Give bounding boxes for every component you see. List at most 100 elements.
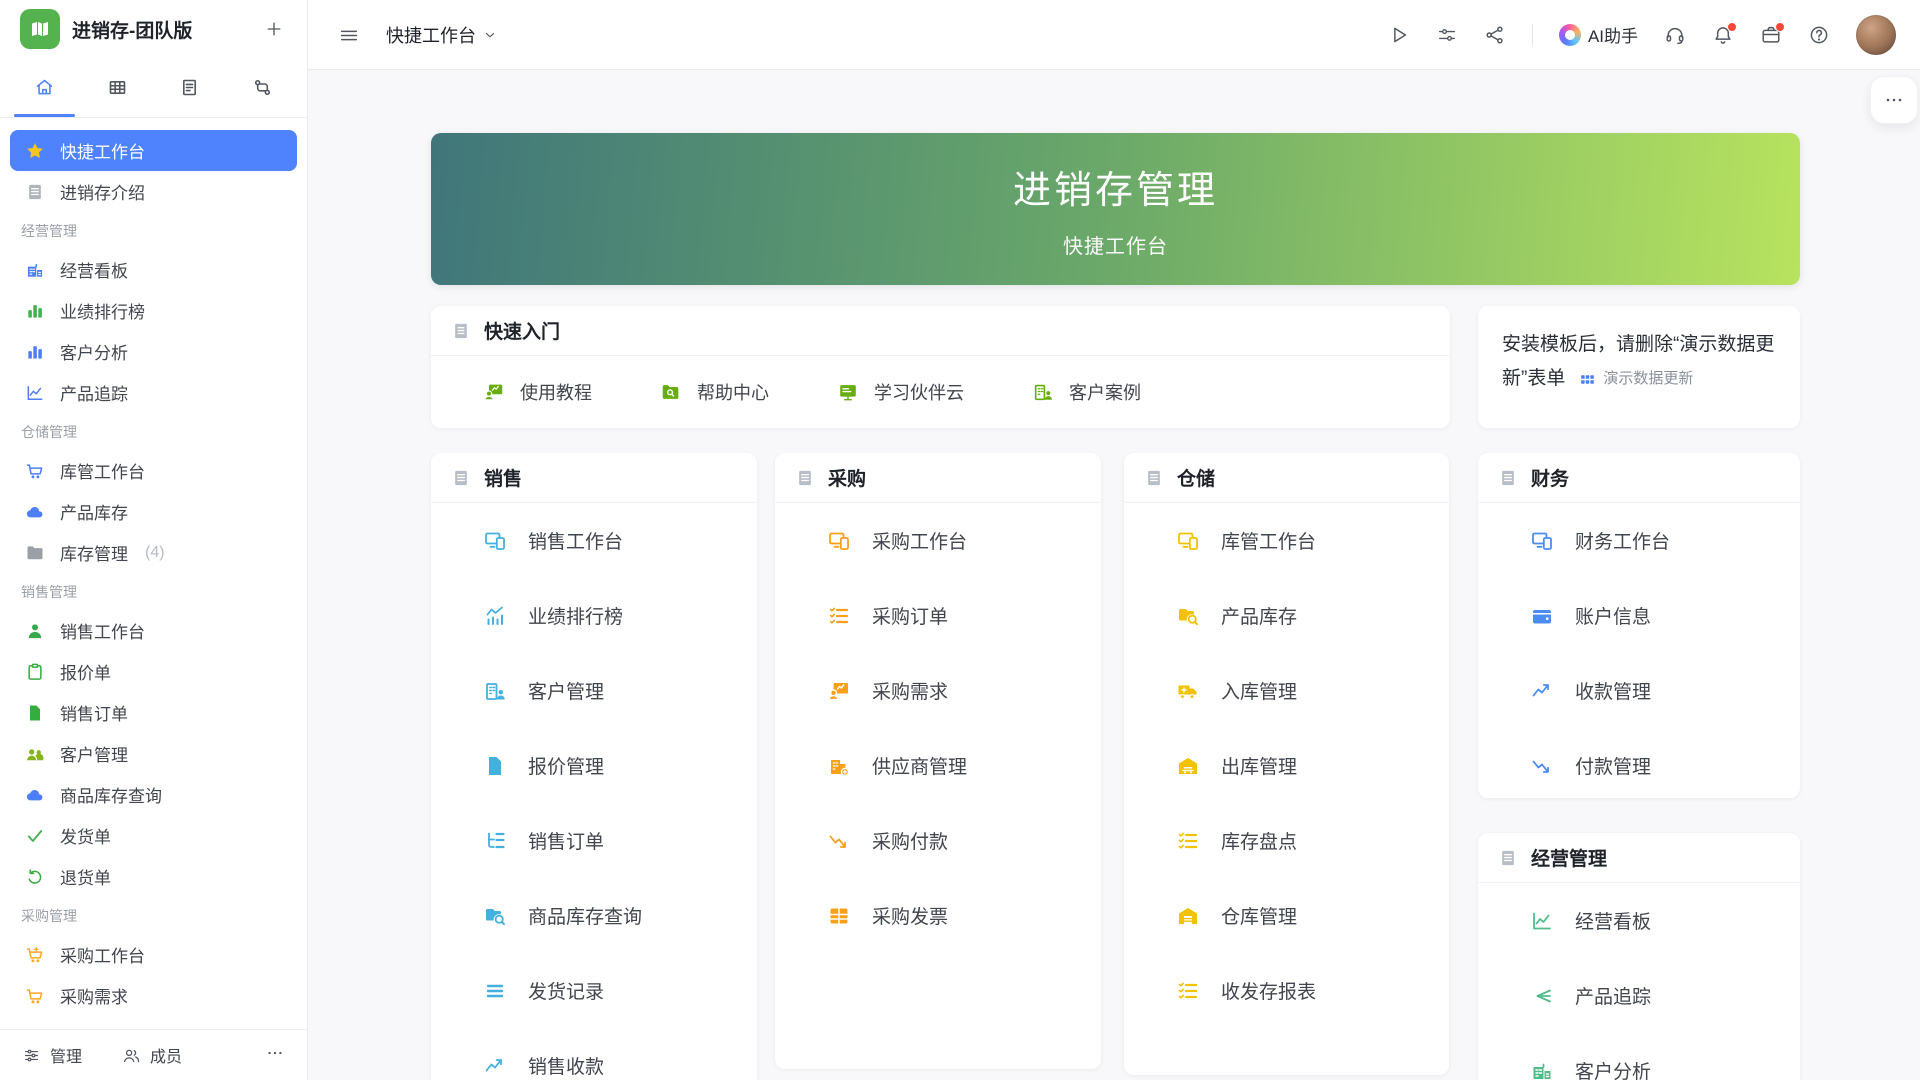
document-icon	[1498, 468, 1518, 488]
sidebar-section-label: 经营管理	[0, 212, 307, 249]
sidebar-item[interactable]: 销售订单	[10, 692, 297, 733]
trenddown-icon	[1530, 754, 1554, 778]
sidebar-item[interactable]: 客户分析	[10, 331, 297, 372]
sidebar-item[interactable]: 退货单	[10, 856, 297, 897]
workbench-button[interactable]	[1760, 24, 1782, 46]
card-item[interactable]: 产品库存	[1124, 578, 1449, 653]
card-item[interactable]: 采购需求	[775, 653, 1101, 728]
card-item[interactable]: 采购订单	[775, 578, 1101, 653]
sidebar-item[interactable]: 产品库存	[10, 491, 297, 532]
quick-link[interactable]: 使用教程	[483, 379, 592, 405]
card-item[interactable]: 销售工作台	[431, 503, 757, 578]
card-item[interactable]: 仓库管理	[1124, 878, 1449, 953]
sidebar-item[interactable]: 库存管理(4)	[10, 532, 297, 573]
sidebar-item[interactable]: 报价单	[10, 651, 297, 692]
card-item[interactable]: 客户分析	[1478, 1033, 1800, 1080]
chevron-down-icon	[483, 28, 497, 42]
notice-card: 安装模板后，请删除“演示数据更新”表单 演示数据更新	[1478, 306, 1800, 428]
card-item[interactable]: 库存盘点	[1124, 803, 1449, 878]
file-icon	[25, 703, 45, 723]
sidebar-item[interactable]: 业绩排行榜	[10, 290, 297, 331]
sidebar-item[interactable]: 销售工作台	[10, 610, 297, 651]
searchbox-icon	[483, 904, 507, 928]
card-item[interactable]: 报价管理	[431, 728, 757, 803]
card-item[interactable]: 出库管理	[1124, 728, 1449, 803]
quick-link[interactable]: 帮助中心	[660, 379, 769, 405]
card-item[interactable]: 库管工作台	[1124, 503, 1449, 578]
card-item-label: 商品库存查询	[528, 902, 642, 929]
sidebar-item[interactable]: 发货单	[10, 815, 297, 856]
sidebar-more-button[interactable]	[265, 1043, 285, 1068]
card-item[interactable]: 收款管理	[1478, 653, 1800, 728]
card-item[interactable]: 付款管理	[1478, 728, 1800, 798]
cartplus-icon	[25, 945, 45, 965]
sidebar-menu: 快捷工作台进销存介绍经营管理经营看板业绩排行榜客户分析产品追踪仓储管理库管工作台…	[0, 118, 307, 1029]
grid-icon-svg	[1579, 371, 1596, 388]
tablecells-icon	[827, 904, 851, 928]
card-item[interactable]: 销售收款	[431, 1028, 757, 1080]
card-item[interactable]: 发货记录	[431, 953, 757, 1028]
card-item[interactable]: 客户管理	[431, 653, 757, 728]
card-item[interactable]: 采购付款	[775, 803, 1101, 878]
trendup-icon	[483, 1054, 507, 1078]
workstation-icon	[483, 529, 507, 553]
add-app-button[interactable]	[261, 16, 287, 42]
ai-assistant-button[interactable]: AI助手	[1559, 22, 1638, 47]
card-item[interactable]: 收发存报表	[1124, 953, 1449, 1028]
sidebar-tab-docpage[interactable]	[154, 58, 227, 117]
present-button[interactable]	[1388, 24, 1410, 46]
filter-settings-button[interactable]	[1436, 24, 1458, 46]
card-item-label: 采购需求	[872, 677, 948, 704]
page-title-dropdown[interactable]: 快捷工作台	[386, 22, 497, 48]
card-item[interactable]: 财务工作台	[1478, 503, 1800, 578]
card-item[interactable]: 入库管理	[1124, 653, 1449, 728]
help-button[interactable]	[1808, 24, 1830, 46]
sidebar-item[interactable]: 商品库存查询	[10, 774, 297, 815]
undo-icon	[25, 867, 45, 887]
sliders-icon	[1436, 24, 1458, 46]
sidebar-item[interactable]: 采购工作台	[10, 934, 297, 975]
card-item[interactable]: 供应商管理	[775, 728, 1101, 803]
notifications-button[interactable]	[1712, 24, 1734, 46]
manage-button[interactable]: 管理	[22, 1043, 82, 1067]
sidebar-item[interactable]: 经营看板	[10, 249, 297, 290]
page-more-button[interactable]	[1870, 76, 1918, 124]
user-avatar[interactable]	[1856, 15, 1896, 55]
sidebar-item[interactable]: 采购需求	[10, 975, 297, 1016]
category-card-purchase: 采购采购工作台采购订单采购需求供应商管理采购付款采购发票	[775, 453, 1101, 1069]
sidebar-tab-flow[interactable]	[226, 58, 299, 117]
sidebar-item[interactable]: 库管工作台	[10, 450, 297, 491]
sidebar-item[interactable]: 产品追踪	[10, 372, 297, 413]
menu-toggle-button[interactable]	[338, 24, 360, 46]
sidebar-tab-table[interactable]	[81, 58, 154, 117]
card-item[interactable]: 商品库存查询	[431, 878, 757, 953]
card-item[interactable]: 销售订单	[431, 803, 757, 878]
card-item-label: 产品库存	[1221, 602, 1297, 629]
sidebar-tab-home[interactable]	[8, 58, 81, 117]
card-item[interactable]: 账户信息	[1478, 578, 1800, 653]
building-icon	[25, 260, 45, 280]
cloud-icon	[25, 785, 45, 805]
table-icon	[107, 77, 128, 98]
card-item[interactable]: 业绩排行榜	[431, 578, 757, 653]
demo-data-form-link[interactable]: 演示数据更新	[1579, 362, 1693, 396]
members-button[interactable]: 成员	[122, 1043, 182, 1067]
linechart-icon	[1530, 909, 1554, 933]
card-item[interactable]: 产品追踪	[1478, 958, 1800, 1033]
card-item[interactable]: 经营看板	[1478, 883, 1800, 958]
main-content: 进销存管理 快捷工作台 快速入门 使用教程帮助中心学习伙伴云客户案例 安装模板后…	[308, 70, 1920, 1080]
sidebar-item[interactable]: 进销存介绍	[10, 171, 297, 212]
sidebar-item[interactable]: 客户管理	[10, 733, 297, 774]
quick-start-card: 快速入门 使用教程帮助中心学习伙伴云客户案例	[431, 306, 1450, 428]
sidebar-item-label: 产品追踪	[60, 380, 128, 405]
support-button[interactable]	[1664, 24, 1686, 46]
quick-link[interactable]: 客户案例	[1032, 379, 1141, 405]
card-item[interactable]: 采购工作台	[775, 503, 1101, 578]
lines-icon	[483, 979, 507, 1003]
share-button[interactable]	[1484, 24, 1506, 46]
quick-link[interactable]: 学习伙伴云	[837, 379, 964, 405]
cloud-icon	[25, 502, 45, 522]
sidebar-item[interactable]: 快捷工作台	[10, 130, 297, 171]
card-item[interactable]: 采购发票	[775, 878, 1101, 953]
card-header: 销售	[431, 453, 757, 503]
